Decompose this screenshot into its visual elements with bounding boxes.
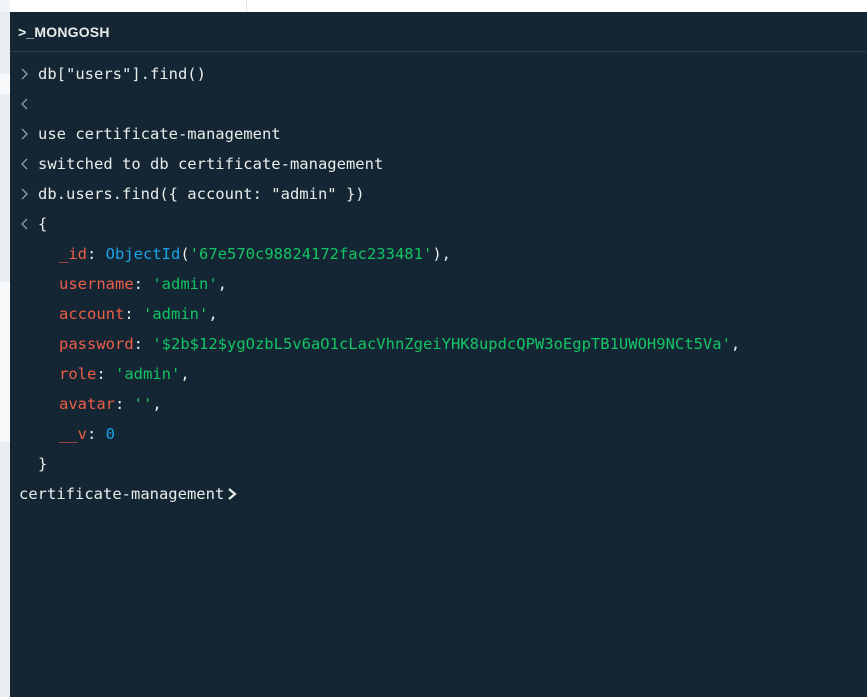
output-text: switched to db certificate-management: [38, 155, 384, 173]
result-open-brace: {: [38, 215, 48, 233]
document-field-role: role: 'admin',: [59, 365, 190, 383]
mongosh-shell-panel[interactable]: >_MONGOSH db["users"].find() use certifi…: [10, 12, 867, 697]
side-panel-strip: [0, 12, 10, 697]
document-field-username: username: 'admin',: [59, 275, 227, 293]
field-key: __v: [59, 425, 87, 443]
document-field-password: password: '$2b$12$ygOzbL5v6aO1cLacVhnZge…: [59, 335, 741, 353]
history-line-input: db["users"].find(): [10, 63, 867, 93]
shell-header: >_MONGOSH: [10, 12, 867, 52]
command-text: use certificate-management: [38, 125, 281, 143]
chevron-left-icon: [21, 98, 28, 110]
chevron-right-icon: [21, 128, 28, 140]
chevron-right-icon: [21, 68, 28, 80]
field-key: username: [59, 275, 134, 293]
field-value: '$2b$12$ygOzbL5v6aO1cLacVhnZgeiYHK8updcQ…: [152, 335, 731, 353]
chevron-right-icon: [228, 488, 238, 500]
field-value: 'admin': [143, 305, 209, 323]
field-suffix: ),: [432, 245, 451, 263]
document-field-version: __v: 0: [59, 425, 116, 443]
field-value: '': [133, 395, 153, 413]
document-field-id: _id: ObjectId('67e570c98824172fac233481'…: [59, 245, 451, 263]
background-top: [10, 0, 867, 12]
command-text: db.users.find({ account: "admin" }): [38, 185, 365, 203]
field-key: role: [59, 365, 97, 383]
field-suffix: ,: [730, 335, 741, 353]
field-suffix: ,: [180, 365, 190, 383]
field-value: 0: [105, 425, 116, 443]
field-function: ObjectId: [105, 245, 181, 263]
field-suffix: ,: [152, 395, 162, 413]
history-line-output: [10, 93, 867, 123]
field-key: account: [59, 305, 125, 323]
field-value: 'admin': [152, 275, 218, 293]
shell-title: >_MONGOSH: [18, 23, 110, 40]
document-field-account: account: 'admin',: [59, 305, 218, 323]
prompt-db-name: certificate-management: [19, 485, 225, 503]
field-value: '67e570c98824172fac233481': [189, 245, 433, 263]
command-text: db["users"].find(): [38, 65, 206, 83]
result-open-line: {: [10, 213, 867, 243]
history-line-output: switched to db certificate-management: [10, 153, 867, 183]
shell-prompt[interactable]: certificate-management: [10, 483, 867, 513]
chevron-right-icon: [21, 188, 28, 200]
chevron-left-icon: [21, 158, 28, 170]
result-close-line: }: [10, 453, 867, 483]
history-line-input: use certificate-management: [10, 123, 867, 153]
field-suffix: ,: [217, 275, 227, 293]
shell-output[interactable]: db["users"].find() use certificate-manag…: [10, 63, 867, 513]
chevron-left-icon: [21, 218, 28, 230]
result-close-brace: }: [38, 455, 48, 473]
field-key: password: [59, 335, 134, 353]
document-field-avatar: avatar: '',: [59, 395, 162, 413]
field-suffix: ,: [208, 305, 218, 323]
field-value: 'admin': [115, 365, 181, 383]
field-key: avatar: [59, 395, 115, 413]
history-line-input: db.users.find({ account: "admin" }): [10, 183, 867, 213]
field-key: _id: [59, 245, 87, 263]
